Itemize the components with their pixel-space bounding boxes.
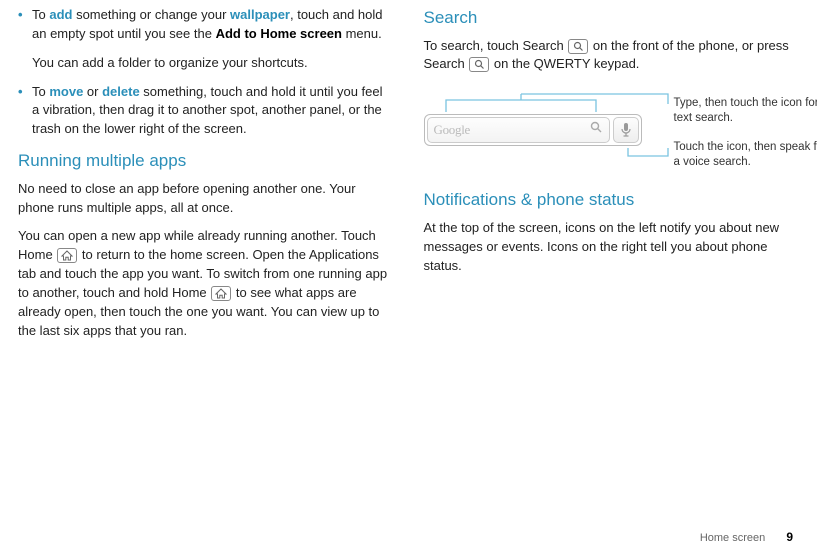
bullet-text: To move or delete something, touch and h… [32,83,388,140]
search-icon [469,57,489,72]
bullet-move-delete: • To move or delete something, touch and… [18,83,388,140]
voice-search-button[interactable] [613,117,639,143]
footer-section: Home screen [700,532,765,544]
bullet-dot: • [18,83,32,140]
search-input[interactable]: Google [427,117,610,143]
callout-voice-search: Touch the icon, then speak for a voice s… [674,140,817,170]
text: To [32,84,49,99]
home-icon [211,286,231,301]
text: To [32,7,49,22]
page-footer: Home screen 9 [700,529,793,547]
bullet-sub-text: You can add a folder to organize your sh… [32,54,388,73]
home-icon [57,248,77,263]
heading-notifications: Notifications & phone status [424,188,794,213]
search-widget: Google [424,114,642,146]
search-illustration: Google Type, then touch the icon for a t… [424,90,794,170]
text: menu. [342,26,382,41]
text: on the QWERTY keypad. [490,56,639,71]
keyword-delete: delete [102,84,140,99]
microphone-icon [621,122,631,138]
search-icon [568,39,588,54]
heading-running-multiple-apps: Running multiple apps [18,149,388,174]
right-column: Search To search, touch Search on the fr… [424,6,794,350]
page-number: 9 [786,530,793,544]
keyword-move: move [49,84,83,99]
keyword-wallpaper: wallpaper [230,7,290,22]
bullet-dot: • [18,6,32,44]
callout-text-search: Type, then touch the icon for a text sea… [674,96,817,126]
google-logo: Google [434,121,470,140]
magnify-icon [590,121,603,140]
heading-search: Search [424,6,794,31]
keyword-add: add [49,7,72,22]
text: something or change your [72,7,230,22]
bullet-add-wallpaper: • To add something or change your wallpa… [18,6,388,44]
left-column: • To add something or change your wallpa… [18,6,388,350]
text: To search, touch Search [424,38,568,53]
paragraph: No need to close an app before opening a… [18,180,388,218]
paragraph: To search, touch Search on the front of … [424,37,794,75]
paragraph: You can open a new app while already run… [18,227,388,340]
paragraph: At the top of the screen, icons on the l… [424,219,794,276]
bullet-text: To add something or change your wallpape… [32,6,388,44]
text: or [83,84,102,99]
menu-name: Add to Home screen [216,26,342,41]
